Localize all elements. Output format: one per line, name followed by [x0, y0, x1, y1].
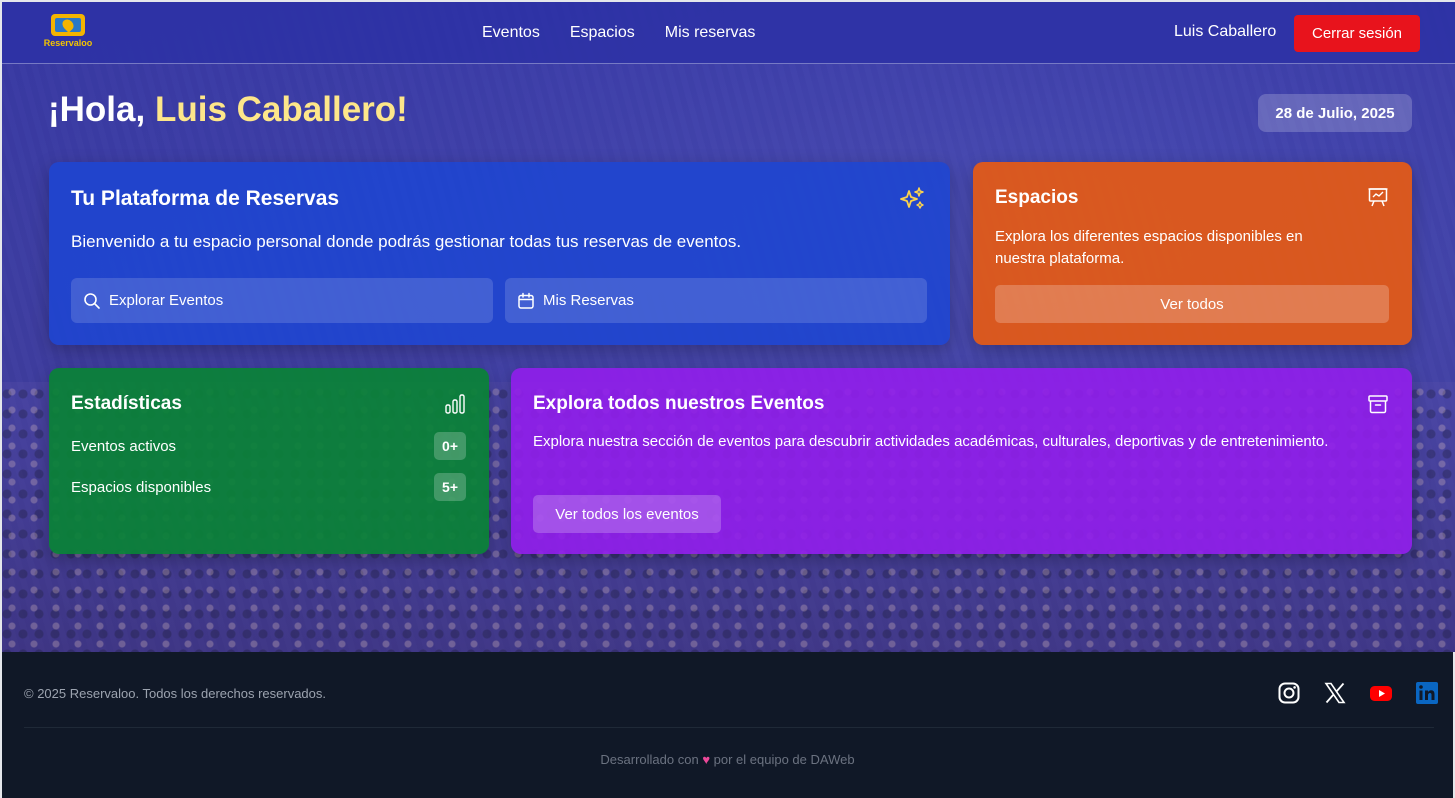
nav-link-mis-reservas[interactable]: Mis reservas	[665, 24, 756, 42]
platform-card-title: Tu Plataforma de Reservas	[71, 187, 340, 210]
brand-logo[interactable]: Reservaloo	[38, 14, 98, 54]
hero-background: Reservaloo Eventos Espacios Mis reservas…	[2, 2, 1455, 652]
spaces-card: Espacios Explora los diferentes espacios…	[973, 162, 1412, 345]
stats-card-title: Estadísticas	[71, 393, 182, 414]
user-name: Luis Caballero	[1174, 23, 1277, 40]
top-navbar: Reservaloo Eventos Espacios Mis reservas…	[2, 2, 1455, 64]
events-card: Explora todos nuestros Eventos Explora n…	[511, 368, 1412, 554]
calendar-icon	[518, 292, 534, 309]
nav-links: Eventos Espacios Mis reservas	[482, 2, 755, 64]
date-badge: 28 de Julio, 2025	[1258, 94, 1412, 132]
platform-card-description: Bienvenido a tu espacio personal donde p…	[71, 232, 742, 251]
spaces-card-title: Espacios	[995, 187, 1079, 208]
youtube-icon[interactable]	[1368, 680, 1394, 706]
x-icon[interactable]	[1322, 680, 1348, 706]
footer-divider	[24, 727, 1434, 728]
greeting-last-name: Caballero!	[236, 90, 408, 129]
explore-events-label: Explorar Eventos	[109, 292, 224, 309]
footer: © 2025 Reservaloo. Todos los derechos re…	[2, 652, 1453, 798]
developer-credit: Desarrollado con ♥ por el equipo de DAWe…	[2, 752, 1453, 767]
greeting-prefix: ¡Hola,	[48, 90, 146, 129]
credit-prefix: Desarrollado con	[600, 752, 699, 767]
nav-link-espacios[interactable]: Espacios	[570, 24, 635, 42]
stat-row-available-spaces: Espacios disponibles 5+	[71, 473, 466, 501]
stat-value-badge: 0+	[434, 432, 466, 460]
stat-value-badge: 5+	[434, 473, 466, 501]
events-card-description: Explora nuestra sección de eventos para …	[533, 433, 1329, 450]
ticket-icon	[51, 14, 85, 36]
copyright-text: © 2025 Reservaloo. Todos los derechos re…	[24, 686, 327, 701]
spaces-card-description: Explora los diferentes espacios disponib…	[995, 228, 1303, 267]
presentation-icon	[1368, 188, 1388, 207]
instagram-icon[interactable]	[1276, 680, 1302, 706]
greeting-first-name: Luis	[154, 90, 227, 129]
stats-card: Estadísticas Eventos activos 0+ Espacios…	[49, 368, 489, 554]
social-links	[1276, 680, 1440, 706]
sparkles-icon	[900, 187, 924, 209]
view-all-spaces-button[interactable]: Ver todos	[995, 285, 1389, 323]
search-icon	[84, 292, 100, 309]
page-title: ¡Hola, Luis Caballero!	[48, 90, 408, 130]
my-bookings-label: Mis Reservas	[543, 292, 634, 309]
stat-label: Eventos activos	[71, 437, 177, 455]
stat-label: Espacios disponibles	[71, 478, 212, 496]
logout-button[interactable]: Cerrar sesión	[1294, 15, 1420, 52]
bar-chart-icon	[445, 394, 465, 414]
my-bookings-button[interactable]: Mis Reservas	[505, 278, 927, 323]
credit-suffix: por el equipo de DAWeb	[713, 752, 855, 767]
events-card-title: Explora todos nuestros Eventos	[533, 393, 825, 414]
archive-icon	[1368, 395, 1388, 414]
explore-events-button[interactable]: Explorar Eventos	[71, 278, 493, 323]
heart-icon: ♥	[702, 752, 711, 767]
platform-card: Tu Plataforma de Reservas Bienvenido a t…	[49, 162, 950, 345]
nav-link-eventos[interactable]: Eventos	[482, 24, 540, 42]
logo-text: Reservaloo	[43, 38, 93, 48]
stat-row-active-events: Eventos activos 0+	[71, 432, 466, 460]
linkedin-icon[interactable]	[1414, 680, 1440, 706]
view-all-events-button[interactable]: Ver todos los eventos	[533, 495, 721, 533]
